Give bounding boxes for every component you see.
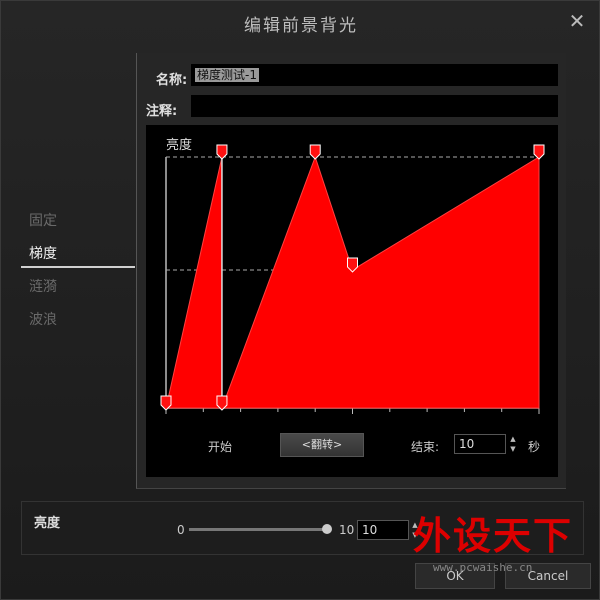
- title-bar: 编辑前景背光 ✕: [1, 1, 600, 45]
- control-point-marker[interactable]: [533, 144, 545, 160]
- control-point-marker[interactable]: [309, 144, 321, 160]
- brightness-input[interactable]: 10: [357, 520, 409, 540]
- gradient-chart-area: 亮度: [146, 125, 558, 477]
- end-unit: 秒: [528, 440, 541, 454]
- mode-list: 固定 梯度 涟漪 波浪: [21, 209, 135, 341]
- end-label: 结束:: [411, 440, 440, 454]
- end-input[interactable]: 10: [454, 434, 506, 454]
- brightness-slider-track[interactable]: [189, 528, 329, 531]
- name-value: 梯度测试-1: [195, 68, 259, 82]
- brightness-title: 亮度: [34, 516, 61, 531]
- brightness-max: 10: [339, 523, 355, 537]
- window-title: 编辑前景背光: [244, 16, 358, 36]
- watermark-text: 外设天下: [413, 514, 574, 558]
- start-label: 开始: [208, 440, 233, 454]
- note-label: 注释:: [146, 104, 178, 119]
- watermark-logo: 外设天下 www.pcwaishe.cn: [413, 505, 588, 585]
- brightness-min: 0: [177, 523, 185, 537]
- brightness-slider-thumb[interactable]: [322, 524, 332, 534]
- name-label: 名称:: [156, 73, 188, 88]
- flip-button[interactable]: <翻转>: [280, 433, 364, 457]
- name-input[interactable]: 梯度测试-1: [191, 64, 558, 86]
- close-icon[interactable]: ✕: [567, 11, 587, 31]
- mode-gradient[interactable]: 梯度: [21, 242, 135, 268]
- mode-wave[interactable]: 波浪: [21, 308, 135, 341]
- dialog-window: 编辑前景背光 ✕ 固定 梯度 涟漪 波浪 名称: 梯度测试-1 注释: 亮度 开…: [0, 0, 600, 600]
- mode-ripple[interactable]: 涟漪: [21, 275, 135, 308]
- gradient-chart[interactable]: 亮度: [146, 125, 558, 477]
- end-spinner-icon[interactable]: ▲ ▼: [509, 434, 517, 454]
- y-axis-label: 亮度: [166, 137, 192, 153]
- mode-fixed[interactable]: 固定: [21, 209, 135, 242]
- note-input[interactable]: [191, 95, 558, 117]
- watermark-url: www.pcwaishe.cn: [433, 561, 533, 574]
